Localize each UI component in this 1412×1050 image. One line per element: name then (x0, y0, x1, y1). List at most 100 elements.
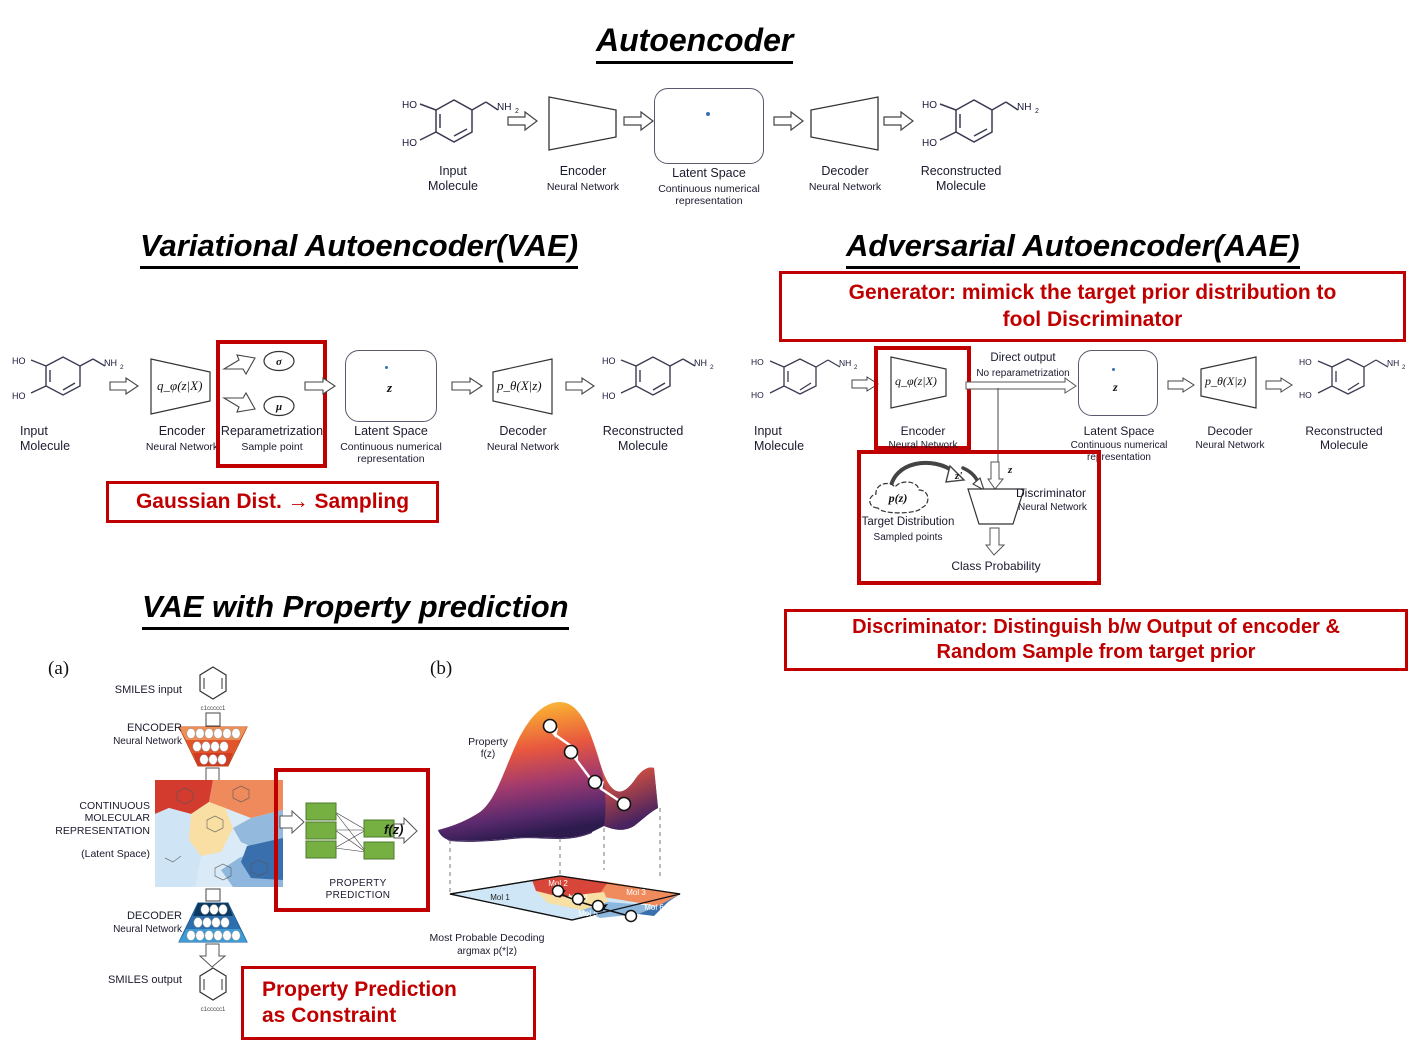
vae-latent-label: Latent Space (354, 424, 428, 438)
panel-a-decoder-up-connector (205, 888, 221, 902)
aae-target-distribution-label: Target Distribution (861, 516, 955, 528)
aae-discriminator-label: Discriminator (1016, 486, 1087, 500)
vae-input-label: Input Molecule (20, 424, 71, 453)
aae-arrow-to-latent (965, 377, 1077, 394)
svg-text:μ: μ (275, 401, 282, 413)
mol-region-3: Mol 3 (626, 888, 646, 897)
aae-arrow-3 (1265, 377, 1293, 393)
svg-text:HO: HO (12, 391, 26, 401)
panel-a-encoder-sublabel: Neural Network (113, 736, 182, 747)
aae-generator-callout: Generator: mimick the target prior distr… (779, 271, 1406, 342)
svg-text:HO: HO (751, 357, 764, 367)
vae-repar-label: Reparametrization (220, 424, 324, 438)
svg-text:HO: HO (602, 356, 616, 366)
panel-a-input-connector (205, 712, 221, 727)
vae-arrow-1 (109, 376, 139, 396)
aae-output-molecule-structure: HO HO NH 2 (1299, 357, 1406, 400)
vae-mu-arrow (222, 391, 256, 413)
ae-decoder-sublabel: Neural Network (808, 181, 882, 193)
autoencoder-title: Autoencoder (596, 22, 794, 64)
ae-decoder-shape (810, 96, 879, 151)
svg-text:HO: HO (402, 138, 417, 149)
aae-branch-down-line (997, 388, 999, 466)
svg-text:HO: HO (402, 100, 417, 111)
property-prediction-callout: Property Prediction as Constraint (241, 966, 536, 1040)
ae-input-label: Input Molecule (427, 164, 479, 193)
ae-encoder-label: Encoder (559, 164, 607, 178)
vae-latent-z: z (387, 380, 393, 395)
vae-latent-point (385, 366, 388, 369)
vae-decoder-math: p_θ(X|z) (497, 378, 542, 393)
panel-a-tag: (a) (48, 658, 70, 679)
vae-encoder-math: q_φ(z|X) (157, 378, 203, 393)
aae-input-label: Input Molecule (754, 424, 805, 453)
aae-arrow-2 (1167, 377, 1195, 393)
panel-b-property-fn: f(z) (480, 749, 496, 760)
svg-text:2: 2 (854, 365, 858, 371)
aae-latent-z: z (1113, 380, 1118, 394)
panel-a-input-benzene: c1ccccc1 (199, 666, 227, 712)
vae-encoder-label: Encoder (158, 424, 206, 438)
panel-b-property-label: Property (468, 736, 508, 748)
aae-decoder-label: Decoder (1207, 424, 1253, 438)
property-prediction-network (279, 802, 418, 860)
continuous-molecular-representation-map (155, 780, 283, 887)
svg-text:NH: NH (1017, 102, 1031, 113)
ae-latent-sublabel: Continuous numerical representation (658, 183, 760, 208)
aae-decoder-math: p_θ(X|z) (1205, 374, 1247, 388)
svg-text:NH: NH (839, 358, 851, 368)
decoder-funnel-shape (178, 902, 248, 943)
aae-arrow-1 (851, 376, 879, 392)
svg-text:HO: HO (1299, 357, 1312, 367)
vae-sigma-node: σ (263, 350, 295, 372)
svg-text:NH: NH (694, 358, 707, 368)
vae-title: Variational Autoencoder(VAE) (140, 228, 579, 269)
vae-decoder-label: Decoder (499, 424, 547, 438)
aae-latent-point (1112, 368, 1115, 371)
aae-decoder-sublabel: Neural Network (1195, 440, 1265, 451)
aae-target-distribution-cloud: p(z) (869, 481, 929, 514)
panel-a-encoder-label: ENCODER (126, 722, 182, 734)
aae-class-probability-label: Class Probability (951, 559, 1041, 573)
aae-class-probability-arrow (984, 527, 1006, 556)
ae-encoder-sublabel: Neural Network (546, 181, 620, 193)
svg-text:p(z): p(z) (888, 491, 908, 505)
property-landscape-surface-plot: Mol 2 Mol 3 Mol 4 Mol 1 Mol 5 Mol 6 (438, 702, 681, 923)
mol-region-6: Mol 6 (644, 903, 664, 912)
vae-gaussian-callout: Gaussian Dist. → Sampling (106, 481, 439, 523)
aae-direct-output-label: Direct output (990, 352, 1056, 364)
svg-text:2: 2 (710, 364, 714, 371)
encoder-funnel-shape (178, 726, 248, 767)
ae-encoder-shape (548, 96, 617, 151)
aae-latent-sublabel: Continuous numerical representation (1070, 440, 1168, 463)
svg-text:NH: NH (1387, 358, 1399, 368)
svg-text:HO: HO (922, 138, 937, 149)
panel-a-latent-label: CONTINUOUS MOLECULAR REPRESENTATION (55, 800, 150, 837)
ae-arrow-3 (773, 110, 804, 132)
smiles-string-out: c1ccccc1 (201, 1007, 226, 1013)
vae-property-title: VAE with Property prediction (142, 589, 569, 630)
aae-discriminator-sublabel: Neural Network (1018, 502, 1087, 513)
ae-latent-label: Latent Space (672, 166, 746, 180)
panel-a-decoder-sublabel: Neural Network (113, 924, 182, 935)
vae-input-molecule-structure: HO HO NH 2 (12, 356, 124, 401)
vae-output-label: Reconstructed Molecule (602, 424, 684, 453)
aae-encoder-math: q_φ(z|X) (895, 374, 937, 388)
output-molecule-structure: HO HO NH 2 (922, 99, 1039, 149)
vae-arrow-4 (565, 376, 595, 396)
ae-arrow-2 (623, 110, 654, 132)
svg-text:HO: HO (602, 391, 616, 401)
property-prediction-output-fn: f(z) (384, 822, 404, 837)
smiles-output-label: SMILES output (108, 974, 182, 986)
aae-title: Adversarial Autoencoder(AAE) (846, 228, 1300, 269)
svg-text:NH: NH (104, 358, 117, 368)
panel-b-decoding-label: Most Probable Decoding (429, 932, 545, 944)
panel-b-tag: (b) (430, 658, 453, 679)
svg-text:HO: HO (12, 356, 26, 366)
aae-discriminator-callout: Discriminator: Distinguish b/w Output of… (784, 609, 1408, 671)
input-molecule-structure: HO HO NH 2 (402, 99, 519, 149)
aae-encoder-sublabel: Neural Network (888, 440, 958, 451)
vae-decoder-sublabel: Neural Network (486, 441, 560, 453)
svg-text:2: 2 (1402, 365, 1406, 371)
property-prediction-inset-label: PROPERTY PREDICTION (325, 878, 391, 901)
